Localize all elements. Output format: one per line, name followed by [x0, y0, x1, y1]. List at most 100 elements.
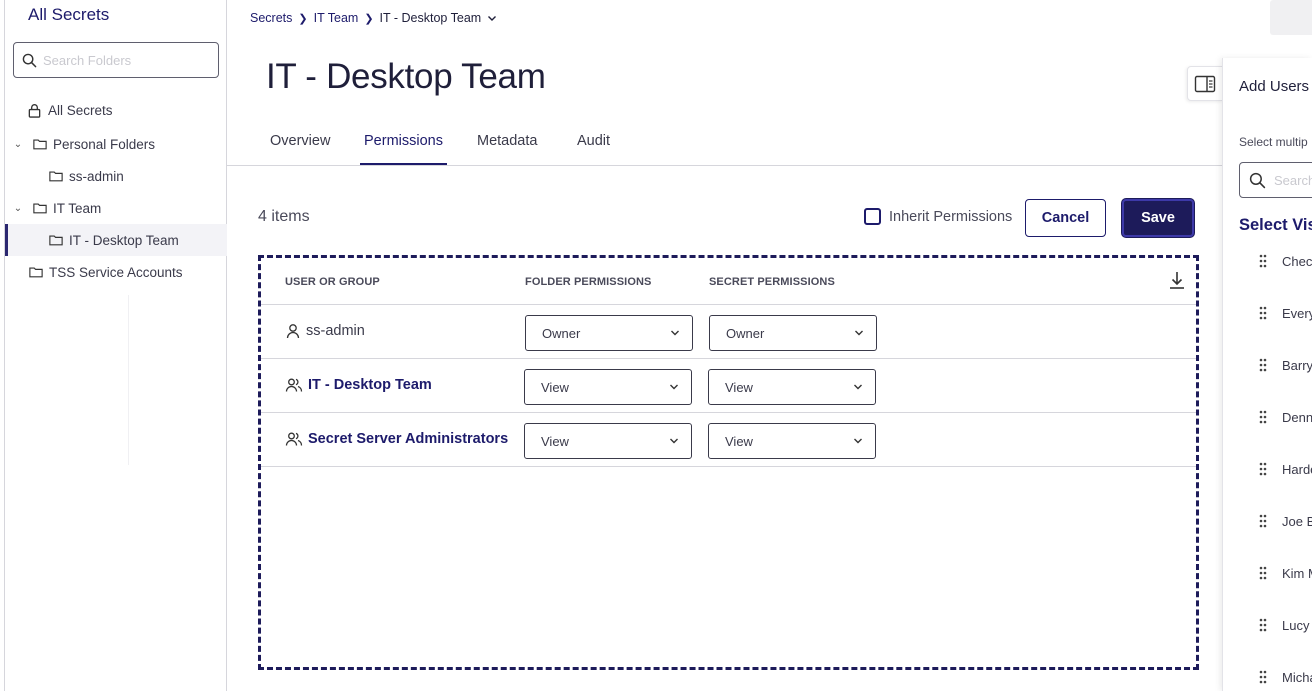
- column-header-user-or-group[interactable]: USER OR GROUP: [285, 276, 380, 288]
- folder-icon: [49, 235, 63, 246]
- user-search-input[interactable]: Search: [1239, 162, 1312, 198]
- tree-item-it-desktop-team[interactable]: IT - Desktop Team: [5, 224, 227, 256]
- drag-handle-icon[interactable]: [1259, 358, 1267, 372]
- tab-audit[interactable]: Audit: [573, 133, 614, 165]
- lock-icon: [28, 103, 41, 118]
- list-item[interactable]: Kim M: [1259, 563, 1312, 583]
- tab-metadata[interactable]: Metadata: [473, 133, 541, 165]
- main-content: Secrets ❯ IT Team ❯ IT - Desktop Team IT…: [227, 0, 1222, 691]
- list-item-label: Chec: [1282, 253, 1312, 269]
- folder-icon: [49, 171, 63, 182]
- list-item-label: Denn: [1282, 409, 1312, 425]
- tree-item-tss-service-accounts[interactable]: TSS Service Accounts: [5, 256, 227, 288]
- breadcrumb-link-secrets[interactable]: Secrets: [250, 11, 292, 25]
- list-item-label: Joe B: [1282, 513, 1312, 529]
- folder-permission-select[interactable]: View: [524, 369, 692, 405]
- secret-permission-select[interactable]: View: [708, 369, 876, 405]
- tab-permissions[interactable]: Permissions: [360, 133, 447, 165]
- select-value: View: [725, 433, 753, 449]
- group-icon: [285, 378, 303, 392]
- list-item[interactable]: Denn: [1259, 407, 1312, 427]
- select-value: View: [541, 433, 569, 449]
- list-item[interactable]: Every: [1259, 303, 1312, 323]
- drag-handle-icon[interactable]: [1259, 462, 1267, 476]
- tree-item-label: Personal Folders: [53, 136, 156, 152]
- column-header-folder-permissions[interactable]: FOLDER PERMISSIONS: [525, 276, 651, 288]
- list-item-label: Lucy: [1282, 617, 1310, 633]
- side-panel-icon: [1194, 75, 1216, 92]
- chevron-down-icon: [854, 438, 862, 444]
- drag-handle-icon[interactable]: [1259, 514, 1267, 528]
- table-row: Secret Server Administrators View View: [261, 413, 1196, 467]
- header-action-button[interactable]: [1270, 0, 1312, 35]
- panel-toggle-button[interactable]: [1187, 66, 1223, 101]
- divider: [128, 295, 129, 465]
- column-header-secret-permissions[interactable]: SECRET PERMISSIONS: [709, 276, 835, 288]
- folder-search-input[interactable]: [43, 52, 203, 68]
- section-title: Select Vis: [1239, 216, 1312, 234]
- drag-handle-icon[interactable]: [1259, 410, 1267, 424]
- folder-search-box[interactable]: [13, 42, 219, 78]
- panel-hint: Select multip: [1239, 135, 1308, 149]
- tab-bar: Overview Permissions Metadata Audit: [227, 125, 1222, 166]
- select-value: View: [541, 379, 569, 395]
- group-cell[interactable]: IT - Desktop Team: [285, 377, 432, 393]
- tree-item-all-secrets[interactable]: All Secrets: [5, 94, 227, 126]
- folder-icon: [29, 267, 43, 278]
- folder-icon: [33, 139, 47, 150]
- tree-item-ss-admin[interactable]: ss-admin: [5, 160, 227, 192]
- search-icon: [22, 53, 37, 67]
- tree-item-it-team[interactable]: ⌄ IT Team: [5, 192, 227, 224]
- download-icon[interactable]: [1168, 270, 1186, 290]
- app-window: All Secrets All Secrets ⌄ Personal Folde…: [0, 0, 1312, 691]
- group-cell[interactable]: Secret Server Administrators: [285, 431, 508, 447]
- chevron-right-icon: ❯: [364, 12, 374, 25]
- chevron-down-icon[interactable]: [486, 12, 498, 24]
- folder-sidebar: All Secrets All Secrets ⌄ Personal Folde…: [4, 0, 227, 691]
- inherit-permissions-checkbox[interactable]: [864, 208, 881, 225]
- group-name-link[interactable]: IT - Desktop Team: [308, 377, 432, 393]
- permissions-grid: USER OR GROUP FOLDER PERMISSIONS SECRET …: [258, 255, 1199, 670]
- page-title: IT - Desktop Team: [266, 57, 546, 96]
- drag-handle-icon[interactable]: [1259, 306, 1267, 320]
- list-item-label: Micha: [1282, 669, 1312, 685]
- list-item-label: Kim M: [1282, 565, 1312, 581]
- drag-handle-icon[interactable]: [1259, 254, 1267, 268]
- select-value: Owner: [726, 325, 765, 341]
- list-item[interactable]: Micha: [1259, 667, 1312, 687]
- drag-handle-icon[interactable]: [1259, 566, 1267, 580]
- inherit-permissions-toggle[interactable]: Inherit Permissions: [864, 208, 1012, 225]
- list-item[interactable]: Harde: [1259, 459, 1312, 479]
- chevron-down-icon[interactable]: ⌄: [11, 139, 25, 150]
- breadcrumb-link-it-team[interactable]: IT Team: [314, 11, 359, 25]
- sidebar-title: All Secrets: [28, 5, 110, 24]
- list-item[interactable]: Chec: [1259, 251, 1312, 271]
- drag-handle-icon[interactable]: [1259, 670, 1267, 684]
- list-item[interactable]: Joe B: [1259, 511, 1312, 531]
- tree-item-label: ss-admin: [69, 168, 124, 184]
- chevron-down-icon: [854, 384, 862, 390]
- list-item[interactable]: Barry: [1259, 355, 1312, 375]
- list-item-label: Harde: [1282, 461, 1312, 477]
- drag-handle-icon[interactable]: [1259, 618, 1267, 632]
- secret-permission-select[interactable]: View: [708, 423, 876, 459]
- secret-permission-select[interactable]: Owner: [709, 315, 877, 351]
- breadcrumb-current[interactable]: IT - Desktop Team: [380, 11, 482, 25]
- tree-item-label: All Secrets: [48, 102, 113, 118]
- breadcrumb: Secrets ❯ IT Team ❯ IT - Desktop Team: [250, 11, 498, 25]
- grid-header: USER OR GROUP FOLDER PERMISSIONS SECRET …: [261, 258, 1196, 305]
- folder-permission-select[interactable]: View: [524, 423, 692, 459]
- panel-title: Add Users a: [1239, 78, 1312, 95]
- cancel-button[interactable]: Cancel: [1025, 199, 1106, 237]
- tree-item-personal-folders[interactable]: ⌄ Personal Folders: [5, 128, 227, 160]
- add-users-panel: Add Users a Select multip Search Select …: [1222, 58, 1312, 691]
- tree-item-label: IT - Desktop Team: [69, 232, 179, 248]
- folder-permission-select[interactable]: Owner: [525, 315, 693, 351]
- select-value: View: [725, 379, 753, 395]
- group-name-link[interactable]: Secret Server Administrators: [308, 431, 508, 447]
- list-item-label: Barry: [1282, 357, 1312, 373]
- save-button[interactable]: Save: [1122, 199, 1194, 237]
- tab-overview[interactable]: Overview: [266, 133, 334, 165]
- list-item[interactable]: Lucy: [1259, 615, 1309, 635]
- chevron-down-icon[interactable]: ⌄: [11, 203, 25, 214]
